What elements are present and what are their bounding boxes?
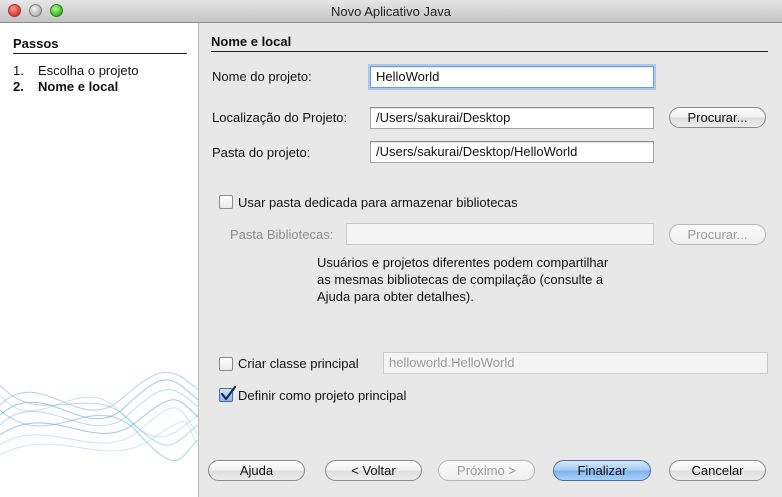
window-title: Novo Aplicativo Java bbox=[331, 4, 451, 19]
back-button[interactable]: < Voltar bbox=[325, 460, 422, 481]
main-class-input[interactable]: helloworld.HelloWorld bbox=[383, 352, 768, 374]
browse-libraries-button[interactable]: Procurar... bbox=[669, 224, 766, 245]
libraries-folder-input[interactable] bbox=[346, 223, 654, 245]
set-main-project-label: Definir como projeto principal bbox=[238, 388, 407, 403]
project-folder-input[interactable]: /Users/sakurai/Desktop/HelloWorld bbox=[370, 141, 654, 163]
step-item-choose-project: 1. Escolha o projeto bbox=[13, 63, 138, 78]
project-folder-label: Pasta do projeto: bbox=[212, 145, 311, 160]
create-main-class-label: Criar classe principal bbox=[238, 356, 359, 371]
project-name-input[interactable]: HelloWorld bbox=[370, 66, 654, 88]
decorative-waves-image bbox=[0, 371, 198, 462]
step-number: 2. bbox=[13, 79, 24, 94]
steps-heading: Passos bbox=[13, 36, 187, 54]
section-title: Nome e local bbox=[211, 34, 768, 52]
dedicated-folder-checkbox[interactable] bbox=[219, 195, 233, 209]
step-label: Escolha o projeto bbox=[38, 63, 139, 78]
finish-button[interactable]: Finalizar bbox=[553, 460, 651, 481]
libraries-help-text: Usuários e projetos diferentes podem com… bbox=[317, 255, 609, 304]
checkmark-icon bbox=[220, 386, 236, 401]
title-bar: Novo Aplicativo Java bbox=[0, 0, 782, 23]
set-main-project-checkbox[interactable] bbox=[219, 386, 236, 402]
browse-location-button[interactable]: Procurar... bbox=[669, 107, 766, 128]
project-location-input[interactable]: /Users/sakurai/Desktop bbox=[370, 107, 654, 129]
dedicated-folder-label: Usar pasta dedicada para armazenar bibli… bbox=[238, 195, 518, 210]
step-item-name-location: 2. Nome e local bbox=[13, 79, 118, 94]
help-button[interactable]: Ajuda bbox=[208, 460, 305, 481]
steps-sidebar: Passos 1. Escolha o projeto 2. Nome e loca… bbox=[0, 23, 199, 497]
step-number: 1. bbox=[13, 63, 24, 78]
project-name-label: Nome do projeto: bbox=[212, 69, 312, 84]
step-label: Nome e local bbox=[38, 79, 119, 94]
create-main-class-checkbox[interactable] bbox=[219, 357, 233, 371]
cancel-button[interactable]: Cancelar bbox=[669, 460, 766, 481]
libraries-folder-label: Pasta Bibliotecas: bbox=[230, 227, 334, 242]
next-button[interactable]: Próximo > bbox=[438, 460, 535, 481]
project-location-label: Localização do Projeto: bbox=[212, 110, 348, 125]
